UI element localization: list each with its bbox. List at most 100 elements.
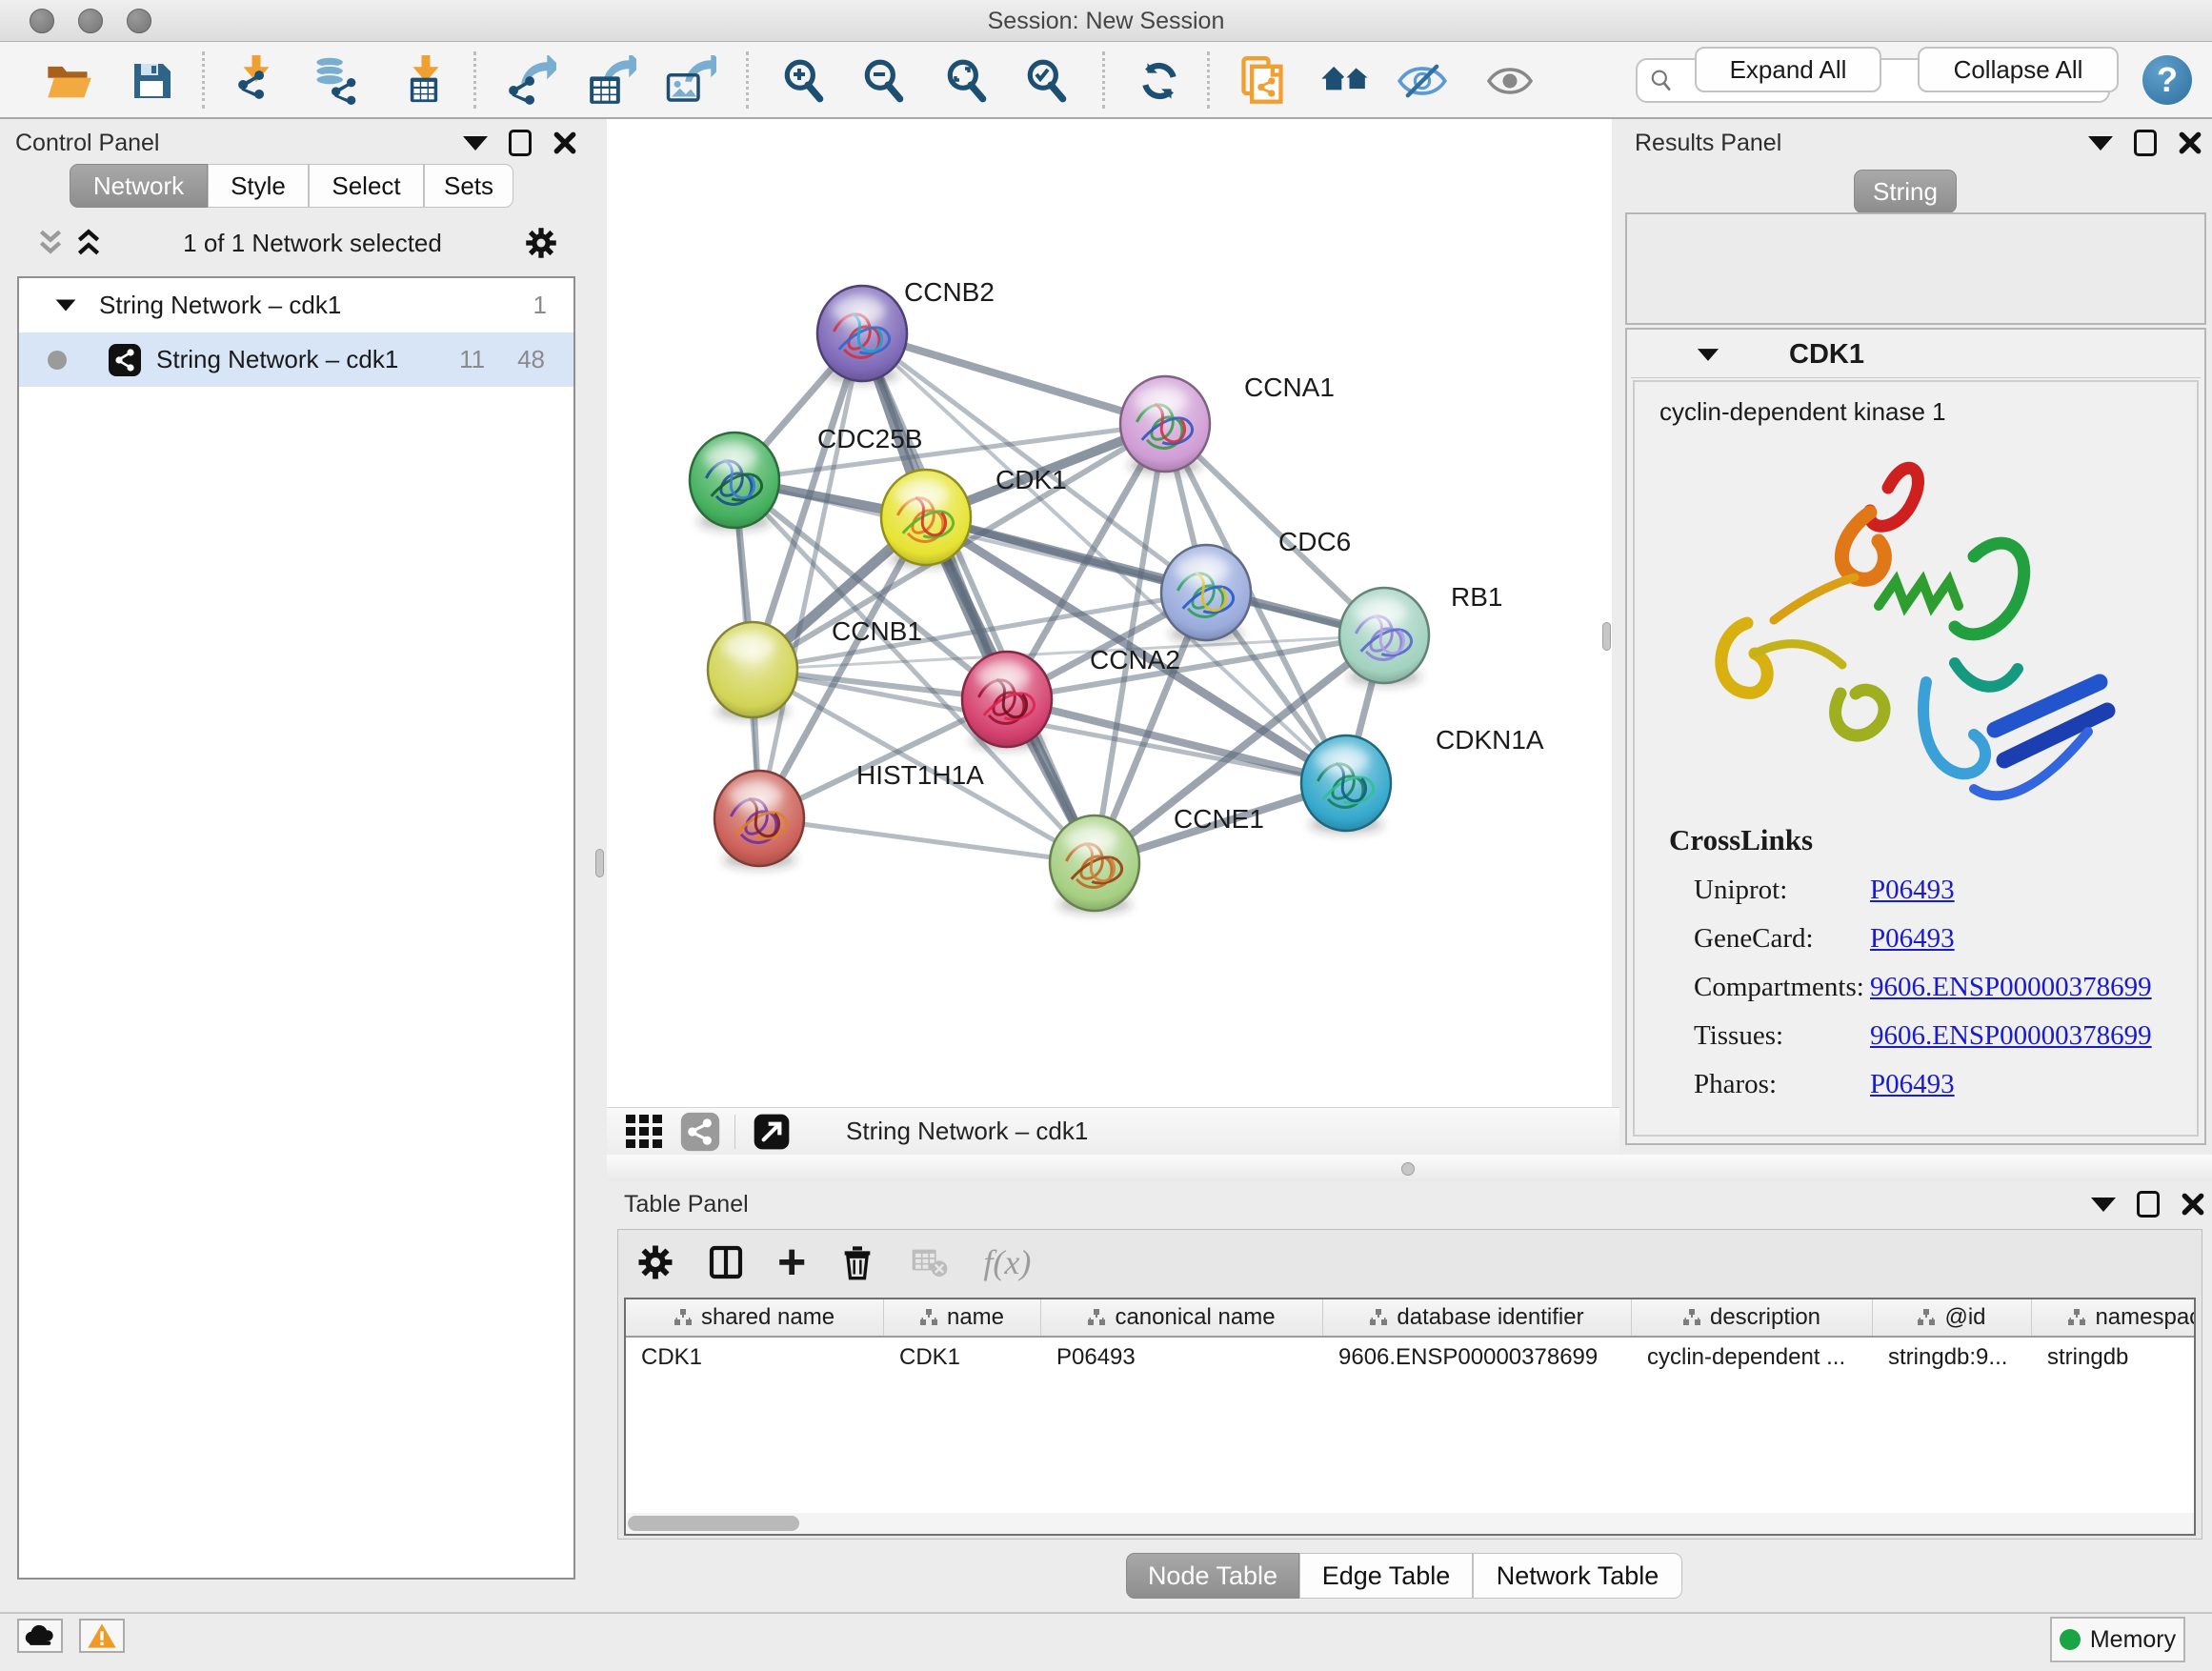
horizontal-splitter[interactable] xyxy=(607,1155,2212,1181)
network-node-CCNA2[interactable] xyxy=(962,652,1052,750)
tab-select[interactable]: Select xyxy=(309,164,424,208)
delete-table-icon[interactable] xyxy=(909,1243,951,1281)
import-network-database-icon[interactable] xyxy=(309,53,364,109)
expand-all-button[interactable]: Expand All xyxy=(1695,47,1881,92)
network-edge-hist1h1a-ccne1[interactable] xyxy=(759,818,1095,863)
panel-close-icon[interactable] xyxy=(553,131,577,155)
import-network-file-icon[interactable] xyxy=(227,53,282,109)
show-columns-icon[interactable] xyxy=(707,1243,745,1281)
expand-all-networks-icon[interactable] xyxy=(76,229,101,257)
crosslink-link[interactable]: P06493 xyxy=(1870,875,1955,906)
export-network-icon[interactable] xyxy=(503,53,558,109)
section-collapse-icon[interactable] xyxy=(1698,349,1719,361)
tab-string[interactable]: String xyxy=(1854,170,1957,213)
save-session-icon[interactable] xyxy=(124,53,179,109)
network-node-CCNB2[interactable] xyxy=(817,286,907,384)
table-cell-description[interactable]: cyclin-dependent ... xyxy=(1632,1344,1873,1371)
refresh-view-icon[interactable] xyxy=(1132,53,1187,109)
collapse-all-networks-icon[interactable] xyxy=(38,229,63,257)
column-header-shared-name[interactable]: shared name xyxy=(626,1299,884,1336)
tree-expand-icon[interactable] xyxy=(56,300,76,312)
tab-node-table[interactable]: Node Table xyxy=(1126,1553,1299,1599)
show-hide-icon[interactable] xyxy=(1482,53,1538,109)
gallery-home-icon[interactable] xyxy=(1318,53,1374,109)
tab-network-table[interactable]: Network Table xyxy=(1473,1553,1682,1599)
detach-view-icon[interactable] xyxy=(753,1113,791,1151)
crosslink-link[interactable]: 9606.ENSP00000378699 xyxy=(1870,972,2152,1003)
function-builder-icon[interactable]: f(x) xyxy=(983,1242,1031,1282)
splitter-handle[interactable] xyxy=(595,849,604,877)
network-node-RB1[interactable] xyxy=(1339,588,1429,686)
open-session-icon[interactable] xyxy=(41,53,96,109)
warnings-button[interactable] xyxy=(79,1619,125,1653)
copy-document-icon[interactable] xyxy=(1235,53,1290,109)
network-options-gear-icon[interactable] xyxy=(524,226,558,260)
network-node-CCNA1[interactable] xyxy=(1120,376,1210,474)
gene-section-header[interactable]: CDK1 xyxy=(1631,332,2201,378)
export-table-icon[interactable] xyxy=(583,53,638,109)
tab-style[interactable]: Style xyxy=(208,164,309,208)
view-network-mode-icon[interactable] xyxy=(679,1111,721,1153)
panel-menu-icon[interactable] xyxy=(2088,136,2113,151)
network-node-CDKN1A[interactable] xyxy=(1301,735,1391,834)
panel-menu-icon[interactable] xyxy=(463,136,488,151)
panel-menu-icon[interactable] xyxy=(2091,1198,2116,1212)
splitter-handle[interactable] xyxy=(1401,1162,1415,1176)
right-splitter[interactable] xyxy=(1612,119,1619,1174)
column-header-namespace[interactable]: namespace xyxy=(2032,1299,2196,1336)
column-header-database-identifier[interactable]: database identifier xyxy=(1323,1299,1632,1336)
network-edge-ccnb2-hist1h1a[interactable] xyxy=(759,333,862,818)
crosslink-link[interactable]: P06493 xyxy=(1870,1069,1955,1100)
table-cell-namespace[interactable]: stringdb xyxy=(2032,1344,2196,1371)
network-node-CDC6[interactable] xyxy=(1161,545,1251,643)
table-cell-canonical-name[interactable]: P06493 xyxy=(1041,1344,1323,1371)
network-node-CCNE1[interactable] xyxy=(1050,815,1139,914)
panel-float-icon[interactable] xyxy=(509,130,532,156)
delete-column-icon[interactable] xyxy=(838,1243,876,1281)
panel-close-icon[interactable] xyxy=(2178,131,2202,155)
tab-network[interactable]: Network xyxy=(70,164,208,208)
left-splitter[interactable] xyxy=(593,119,607,1174)
network-collection-row[interactable]: String Network – cdk1 1 xyxy=(19,278,573,332)
add-column-icon[interactable]: + xyxy=(777,1243,806,1281)
panel-float-icon[interactable] xyxy=(2137,1191,2160,1218)
zoom-fit-icon[interactable] xyxy=(939,53,995,109)
panel-close-icon[interactable] xyxy=(2181,1192,2205,1217)
splitter-handle[interactable] xyxy=(1602,622,1611,651)
import-table-file-icon[interactable] xyxy=(396,53,452,109)
network-row[interactable]: String Network – cdk1 11 48 xyxy=(19,332,573,387)
network-node-CCNB1[interactable] xyxy=(708,622,797,720)
help-button[interactable]: ? xyxy=(2142,55,2192,105)
view-grid-mode-icon[interactable] xyxy=(626,1115,664,1149)
network-node-HIST1H1A[interactable] xyxy=(714,771,804,869)
panel-float-icon[interactable] xyxy=(2134,130,2157,156)
export-image-icon[interactable] xyxy=(663,53,718,109)
table-cell--id[interactable]: stringdb:9... xyxy=(1873,1344,2032,1371)
show-graphics-details-icon[interactable] xyxy=(1395,53,1450,109)
zoom-in-icon[interactable] xyxy=(776,53,832,109)
column-header-canonical-name[interactable]: canonical name xyxy=(1041,1299,1323,1336)
column-header-name[interactable]: name xyxy=(884,1299,1041,1336)
node-count: 11 xyxy=(459,345,485,374)
network-node-CDK1[interactable] xyxy=(881,470,971,568)
network-edge-ccnb2-ccna1[interactable] xyxy=(862,333,1165,424)
cloud-status-button[interactable] xyxy=(17,1619,63,1653)
table-cell-name[interactable]: CDK1 xyxy=(884,1344,1041,1371)
scrollbar-thumb[interactable] xyxy=(628,1516,799,1531)
tab-edge-table[interactable]: Edge Table xyxy=(1299,1553,1473,1599)
table-horizontal-scrollbar[interactable] xyxy=(626,1513,2194,1534)
network-canvas[interactable]: CCNB2CCNA1CDC25BCDK1CDC6RB1CCNB1CCNA2CDK… xyxy=(607,119,1612,1107)
zoom-selected-icon[interactable] xyxy=(1019,53,1075,109)
tab-sets[interactable]: Sets xyxy=(424,164,513,208)
collapse-all-button[interactable]: Collapse All xyxy=(1918,47,2119,92)
column-header-description[interactable]: description xyxy=(1632,1299,1873,1336)
network-node-CDC25B[interactable] xyxy=(690,433,779,531)
crosslink-link[interactable]: 9606.ENSP00000378699 xyxy=(1870,1020,2152,1052)
column-header--id[interactable]: @id xyxy=(1873,1299,2032,1336)
memory-button[interactable]: Memory xyxy=(2050,1617,2185,1662)
table-settings-gear-icon[interactable] xyxy=(636,1243,674,1281)
table-cell-database-identifier[interactable]: 9606.ENSP00000378699 xyxy=(1323,1344,1632,1371)
table-cell-shared-name[interactable]: CDK1 xyxy=(626,1344,884,1371)
crosslink-link[interactable]: P06493 xyxy=(1870,923,1955,955)
zoom-out-icon[interactable] xyxy=(856,53,912,109)
